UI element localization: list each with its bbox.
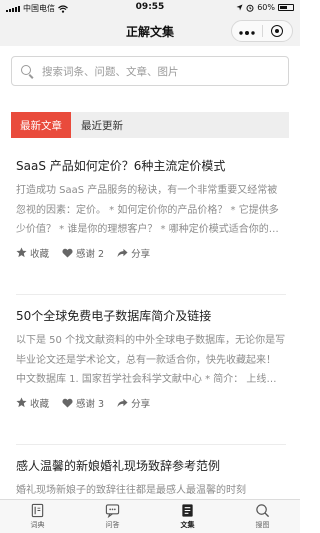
thanks-label: 感谢 2 bbox=[76, 248, 105, 260]
battery-percent: 60% bbox=[257, 3, 275, 12]
thanks-button[interactable]: 感谢 2 bbox=[62, 246, 104, 260]
battery-icon bbox=[278, 4, 294, 11]
collect-button[interactable]: 收藏 bbox=[16, 246, 49, 260]
tab-bar-label: 文集 bbox=[180, 521, 195, 529]
more-options-button[interactable] bbox=[232, 26, 262, 36]
collect-label: 收藏 bbox=[30, 398, 50, 410]
alarm-icon bbox=[246, 4, 254, 12]
tab-bar-label: 词典 bbox=[30, 521, 45, 529]
article-actions: 收藏 感谢 3 分享 bbox=[16, 396, 286, 410]
mini-program-capsule bbox=[231, 20, 293, 42]
search-box[interactable]: 搜索词条、问题、文章、图片 bbox=[11, 56, 289, 86]
search-icon bbox=[21, 64, 34, 79]
image-search-icon bbox=[256, 504, 270, 518]
tab-bar-label: 搜图 bbox=[255, 521, 270, 529]
share-button[interactable]: 分享 bbox=[117, 396, 150, 410]
divider bbox=[16, 294, 286, 295]
close-icon bbox=[271, 25, 284, 37]
qa-icon bbox=[105, 504, 120, 518]
collection-icon bbox=[182, 504, 193, 517]
article-item[interactable]: SaaS 产品如何定价？6种主流定价模式 打造成功 SaaS 产品服务的秘诀，有… bbox=[16, 158, 286, 260]
article-tabs: 最新文章 最近更新 bbox=[11, 112, 289, 138]
collect-button[interactable]: 收藏 bbox=[16, 396, 49, 410]
collect-label: 收藏 bbox=[30, 248, 50, 260]
article-summary: 打造成功 SaaS 产品服务的秘诀，有一个非常重要又经常被忽视的因素：定价。 *… bbox=[16, 185, 279, 235]
share-label: 分享 bbox=[131, 248, 151, 260]
close-mini-program-button[interactable] bbox=[263, 25, 293, 37]
tab-bar-label: 问答 bbox=[105, 521, 120, 529]
article-title[interactable]: 50个全球免费电子数据库简介及链接 bbox=[16, 308, 286, 324]
search-placeholder: 搜索词条、问题、文章、图片 bbox=[42, 65, 179, 78]
more-dots-icon bbox=[239, 31, 255, 35]
article-title[interactable]: SaaS 产品如何定价？6种主流定价模式 bbox=[16, 158, 286, 174]
thanks-label: 感谢 3 bbox=[76, 398, 105, 410]
article-title[interactable]: 感人温馨的新娘婚礼现场致辞参考范例 bbox=[16, 458, 286, 474]
share-button[interactable]: 分享 bbox=[117, 246, 150, 260]
bottom-tab-bar: 词典 问答 文集 搜图 bbox=[0, 499, 300, 533]
star-icon bbox=[16, 397, 27, 408]
nav-bar: 正解文集 bbox=[0, 16, 300, 46]
share-icon bbox=[117, 248, 128, 257]
article-item[interactable]: 50个全球免费电子数据库简介及链接 以下是 50 个找文献资料的中外全球电子数据… bbox=[16, 308, 286, 410]
thanks-button[interactable]: 感谢 3 bbox=[62, 396, 104, 410]
heart-icon bbox=[62, 398, 73, 408]
status-right: 60% bbox=[236, 3, 294, 12]
tab-recent-updates[interactable]: 最近更新 bbox=[71, 112, 133, 138]
star-icon bbox=[16, 247, 27, 258]
share-icon bbox=[117, 398, 128, 407]
battery-fill bbox=[280, 6, 288, 9]
dictionary-icon bbox=[31, 503, 44, 518]
tab-bar-qa[interactable]: 问答 bbox=[75, 500, 150, 533]
location-icon bbox=[236, 4, 243, 11]
tab-latest-articles[interactable]: 最新文章 bbox=[11, 112, 71, 138]
status-bar: 中国电信 09:55 60% bbox=[0, 0, 300, 16]
divider bbox=[16, 444, 286, 445]
tab-bar-collection[interactable]: 文集 bbox=[150, 500, 225, 533]
article-actions: 收藏 感谢 2 分享 bbox=[16, 246, 286, 260]
tab-bar-image-search[interactable]: 搜图 bbox=[225, 500, 300, 533]
share-label: 分享 bbox=[131, 398, 151, 410]
article-summary: 以下是 50 个找文献资料的中外全球电子数据库，无论你是写毕业论文还是学术论文，… bbox=[16, 335, 286, 385]
heart-icon bbox=[62, 248, 73, 258]
tab-bar-dictionary[interactable]: 词典 bbox=[0, 500, 75, 533]
